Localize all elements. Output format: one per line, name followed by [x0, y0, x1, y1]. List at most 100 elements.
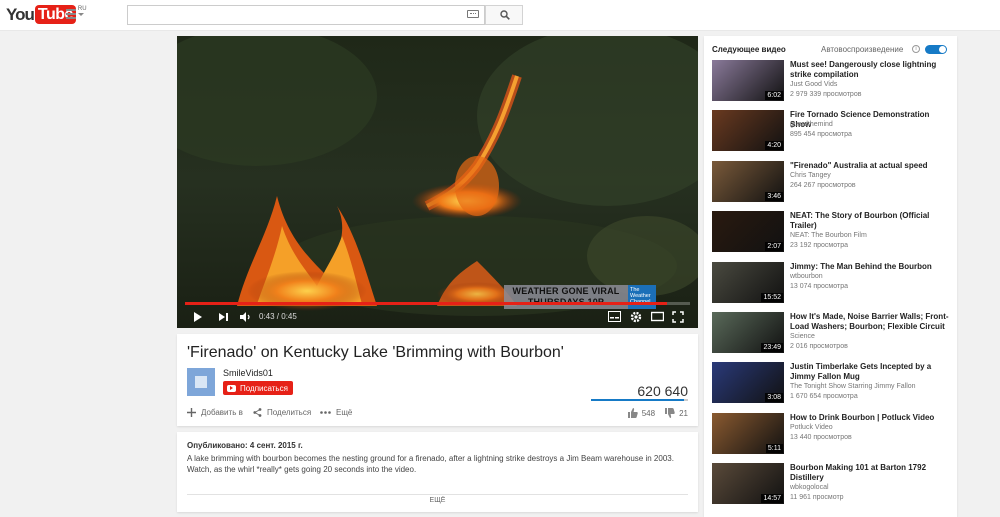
recommended-video-views: 2 979 339 просмотров	[790, 91, 862, 98]
video-thumbnail[interactable]: 15:52	[712, 261, 784, 303]
progress-fill	[185, 302, 668, 305]
play-icon[interactable]	[193, 311, 203, 323]
autoplay-toggle[interactable]	[925, 45, 947, 54]
channel-name-link[interactable]: SmileVids01	[223, 368, 273, 378]
recommended-video-views: 13 440 просмотров	[790, 433, 852, 441]
video-duration: 15:52	[761, 292, 783, 302]
recommended-video-channel: Chris Tangey	[790, 171, 831, 179]
recommended-video-channel: wtbourbon	[790, 272, 823, 280]
recommended-video-channel: NEAT: The Bourbon Film	[790, 232, 867, 240]
video-thumbnail[interactable]: 2:07	[712, 211, 784, 253]
recommended-video-title[interactable]: "Firenado" Australia at actual speed	[790, 161, 952, 171]
published-date: Опубликовано: 4 сент. 2015 г.	[187, 441, 303, 450]
search-button[interactable]	[485, 5, 523, 25]
share-label: Поделиться	[267, 408, 312, 417]
video-player[interactable]: WEATHER GONE VIRAL THURSDAYS 10P The Wea…	[177, 36, 698, 328]
recommended-video-views: 895 454 просмотра	[790, 131, 852, 139]
logo-you-text: You	[6, 5, 35, 24]
search-icon	[500, 10, 510, 20]
recommended-video-channel: wbkogolocal	[790, 484, 829, 492]
recommended-video-title[interactable]: Jimmy: The Man Behind the Bourbon	[790, 262, 952, 272]
recommended-video-title[interactable]: Justin Timberlake Gets Incepted by a Jim…	[790, 362, 952, 382]
recommended-video-views: 13 074 просмотра	[790, 282, 848, 290]
description-text: A lake brimming with bourbon becomes the…	[187, 454, 674, 474]
video-thumbnail[interactable]: 3:46	[712, 160, 784, 202]
video-duration: 23:49	[761, 343, 783, 352]
video-info-panel: 'Firenado' on Kentucky Lake 'Brimming wi…	[177, 334, 698, 426]
masthead: You Tube RU	[0, 0, 1000, 31]
like-count: 548	[641, 408, 656, 418]
recommended-video-item[interactable]: 5:11 How to Drink Bourbon | Potluck Video…	[712, 412, 952, 457]
channel-avatar[interactable]	[187, 368, 215, 396]
video-duration: 5:11	[765, 443, 783, 453]
video-thumbnail[interactable]: 5:11	[712, 412, 784, 454]
video-duration: 2:07	[765, 242, 783, 252]
video-thumbnail[interactable]: 3:08	[712, 362, 784, 404]
video-thumbnail[interactable]: 14:57	[712, 463, 784, 505]
description-panel: Опубликовано: 4 сент. 2015 г. A lake bri…	[177, 432, 698, 512]
recommended-video-item[interactable]: 2:07 NEAT: The Story of Bourbon (Official…	[712, 211, 952, 255]
recommended-video-channel: Just Good Vids	[790, 81, 838, 88]
video-duration: 4:20	[765, 141, 783, 151]
autoplay-label: Автовоспроизведение	[821, 45, 904, 54]
recommended-video-title[interactable]: NEAT: The Story of Bourbon (Official Tra…	[790, 211, 952, 231]
recommended-video-item[interactable]: 23:49 How It's Made, Noise Barrier Walls;…	[712, 312, 952, 356]
keyboard-icon[interactable]	[467, 10, 479, 18]
recommended-video-title[interactable]: How to Drink Bourbon | Potluck Video	[790, 413, 952, 423]
video-thumbnail[interactable]: 23:49	[712, 312, 784, 353]
search-input[interactable]	[127, 5, 485, 25]
next-icon[interactable]	[218, 311, 230, 323]
recommended-video-views: 23 192 просмотра	[790, 242, 848, 250]
recommended-video-title[interactable]: Bourbon Making 101 at Barton 1792 Distil…	[790, 463, 952, 483]
video-thumbnail[interactable]: 4:20	[712, 110, 784, 152]
guide-menu-icon[interactable]	[66, 9, 84, 21]
time-display: 0:43 / 0:45	[259, 312, 297, 321]
recommended-video-channel: Potluck Video	[790, 423, 833, 431]
plus-icon	[187, 408, 196, 417]
more-dots-icon	[320, 411, 331, 414]
more-label: Ещё	[336, 408, 353, 417]
recommended-video-channel: The Tonight Show Starring Jimmy Fallon	[790, 383, 916, 391]
recommended-video-title[interactable]: Must see! Dangerously close lightning st…	[790, 60, 952, 80]
theater-mode-icon[interactable]	[651, 311, 664, 322]
youtube-play-icon	[227, 384, 236, 392]
more-actions-button[interactable]: Ещё	[320, 408, 352, 417]
like-dislike-group: 548 21	[627, 408, 688, 418]
video-duration: 6:02	[765, 91, 783, 100]
subscribe-label: Подписаться	[240, 383, 288, 393]
video-duration: 3:46	[765, 191, 783, 201]
recommended-video-item[interactable]: 3:46 "Firenado" Australia at actual speed…	[712, 160, 952, 205]
recommended-video-item[interactable]: 14:57 Bourbon Making 101 at Barton 1792 D…	[712, 463, 952, 507]
info-icon[interactable]: i	[912, 45, 920, 53]
add-to-button[interactable]: Добавить в	[187, 408, 243, 417]
settings-gear-icon[interactable]	[630, 311, 642, 323]
divider	[187, 494, 688, 495]
recommended-video-channel: guardthemind	[790, 121, 833, 129]
recommended-video-item[interactable]: 6:02 Must see! Dangerously close lightnin…	[712, 60, 952, 104]
share-button[interactable]: Поделиться	[253, 408, 311, 417]
progress-bar[interactable]	[185, 302, 690, 305]
like-ratio-bar	[591, 399, 688, 401]
volume-icon[interactable]	[239, 311, 252, 323]
overlay-line1: WEATHER GONE VIRAL	[512, 286, 620, 296]
thumbs-down-icon[interactable]	[665, 408, 675, 418]
recommended-video-item[interactable]: 15:52 Jimmy: The Man Behind the Bourbon wt…	[712, 261, 952, 306]
video-title: 'Firenado' on Kentucky Lake 'Brimming wi…	[187, 344, 564, 361]
subscribe-button[interactable]: Подписаться	[223, 381, 293, 395]
thumbs-up-icon[interactable]	[627, 408, 638, 418]
related-videos-sidebar: Следующее видео Автовоспроизведение i 6:…	[704, 36, 957, 517]
fullscreen-icon[interactable]	[672, 311, 684, 323]
recommended-video-views: 1 670 654 просмотра	[790, 393, 858, 401]
video-thumbnail[interactable]: 6:02	[712, 60, 784, 101]
recommended-video-item[interactable]: 3:08 Justin Timberlake Gets Incepted by a…	[712, 362, 952, 406]
share-icon	[253, 408, 262, 417]
video-duration: 3:08	[765, 393, 783, 403]
recommended-video-views: 11 961 просмотр	[790, 494, 844, 502]
recommended-video-channel: Science	[790, 333, 815, 340]
recommended-video-title[interactable]: How It's Made, Noise Barrier Walls; Fron…	[790, 312, 952, 332]
like-ratio-fill	[591, 399, 685, 401]
view-count: 620 640	[637, 383, 688, 399]
recommended-video-item[interactable]: 4:20 Fire Tornado Science Demonstration S…	[712, 110, 952, 154]
subtitles-icon[interactable]	[608, 311, 621, 322]
show-more-button[interactable]: ЕЩЁ	[177, 497, 698, 504]
